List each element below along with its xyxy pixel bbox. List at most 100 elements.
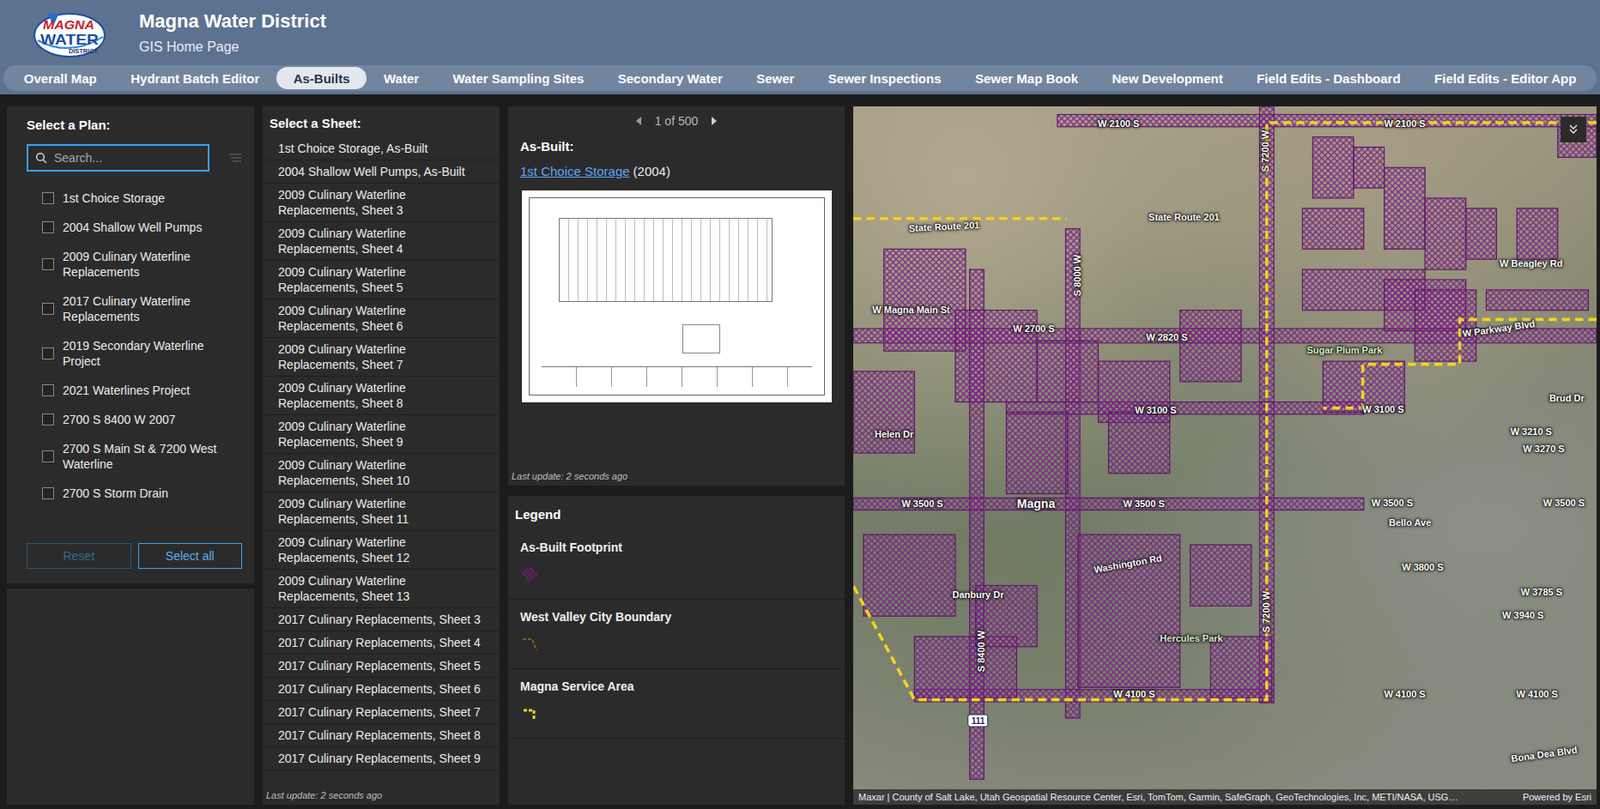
sheet-title: Select a Sheet:: [262, 106, 500, 138]
plan-item[interactable]: 2700 S Main St & 7200 West Waterline: [26, 434, 243, 479]
sheet-item[interactable]: 2009 Culinary Waterline Replacements, Sh…: [262, 376, 500, 416]
page-tab[interactable]: Sewer Map Book: [957, 66, 1095, 90]
sheet-item[interactable]: 2009 Culinary Waterline Replacements, Sh…: [262, 222, 500, 261]
as-built-thumbnail[interactable]: [521, 190, 832, 403]
sheet-item[interactable]: 2017 Culinary Replacements, Sheet 8: [262, 724, 500, 748]
collapse-button[interactable]: [1560, 116, 1587, 143]
as-built-details: 1 of 500As-Built: 1st Choice Storage(2004…: [508, 106, 845, 486]
page-tab[interactable]: Sewer: [739, 66, 812, 90]
legend: LegendAs-Built FootprintWest Valley City…: [508, 496, 845, 806]
plan-checkbox[interactable]: [42, 487, 55, 500]
page-tab[interactable]: New Development: [1095, 66, 1241, 90]
plan-item[interactable]: 2009 Culinary Waterline Replacements: [26, 242, 243, 287]
map-label: W 3100 S: [1362, 404, 1404, 415]
page-tab[interactable]: Overall Map: [6, 66, 114, 90]
page-tab[interactable]: Field Edits - Editor App: [1417, 66, 1594, 90]
previous-icon[interactable]: [634, 115, 643, 127]
plan-item[interactable]: 2004 Shallow Well Pumps: [26, 212, 243, 243]
map-label: W 4100 S: [1383, 689, 1425, 700]
plan-title: Select a Plan:: [26, 116, 243, 134]
sheet-item[interactable]: 2017 Culinary Replacements, Sheet 3: [262, 608, 500, 632]
plan-item[interactable]: 1st Choice Storage: [26, 183, 243, 213]
plan-item[interactable]: 2700 S 8400 W 2007: [26, 405, 243, 435]
page-tab[interactable]: Field Edits - Dashboard: [1239, 66, 1418, 90]
list-options-icon[interactable]: [228, 151, 243, 164]
sheet-item[interactable]: 1st Choice Storage, As-Built: [262, 137, 500, 161]
sheet-item[interactable]: 2009 Culinary Waterline Replacements, Sh…: [262, 531, 500, 570]
sheet-item[interactable]: 2009 Culinary Waterline Replacements, Sh…: [262, 454, 500, 493]
sheet-item[interactable]: 2009 Culinary Waterline Replacements, Sh…: [262, 299, 500, 339]
sheet-item[interactable]: 2017 Culinary Replacements, Sheet 6: [262, 678, 500, 702]
sheet-item[interactable]: 2009 Culinary Waterline Replacements, Sh…: [262, 260, 500, 300]
sheet-item[interactable]: 2009 Culinary Waterline Replacements, Sh…: [262, 183, 500, 223]
empty-widget: [6, 588, 255, 806]
map-label: W 3800 S: [1401, 562, 1443, 573]
pager: 1 of 500: [508, 111, 845, 131]
plan-checkbox[interactable]: [42, 303, 55, 316]
plan-button[interactable]: Reset: [26, 543, 132, 570]
page-tab[interactable]: Sewer Inspections: [811, 66, 958, 90]
page-tab[interactable]: As-Builts: [276, 66, 367, 90]
details-column: 1 of 500As-Built: 1st Choice Storage(2004…: [508, 106, 845, 806]
as-built-year: (2004): [633, 163, 671, 179]
as-built-link[interactable]: 1st Choice Storage: [520, 163, 631, 179]
plan-checkbox[interactable]: [42, 450, 55, 463]
sheet-item[interactable]: 2009 Culinary Waterline Replacements, Sh…: [262, 569, 500, 609]
magna-water-logo-icon[interactable]: MAGNAWATERDISTRICT: [30, 6, 109, 60]
plan-item[interactable]: 2019 Secondary Waterline Project: [26, 331, 243, 376]
next-icon[interactable]: [709, 115, 719, 127]
map-label: W 4100 S: [1113, 689, 1155, 700]
plan-checkbox[interactable]: [42, 347, 55, 360]
site-subtitle: GIS Home Page: [139, 39, 327, 55]
as-built-footprints: [853, 106, 1597, 806]
plan-item[interactable]: 2021 Waterlines Project: [26, 375, 243, 406]
legend-item: West Valley City Boundary: [508, 600, 845, 670]
map[interactable]: W 2100 SW 2100 SState Route 201State Rou…: [853, 106, 1597, 806]
map-label: W Magna Main St: [872, 304, 950, 316]
page-tab[interactable]: Secondary Water: [600, 66, 740, 90]
map-label: W Beagley Rd: [1499, 258, 1563, 269]
legend-item: As-Built Footprint: [508, 530, 845, 600]
powered-by[interactable]: Powered by Esri: [1522, 792, 1592, 803]
sheet-item[interactable]: 2017 Culinary Replacements, Sheet 5: [262, 654, 500, 679]
map-label: Bello Ave: [1388, 517, 1431, 528]
double-chevron-down-icon: [1567, 123, 1580, 136]
svg-text:WATER: WATER: [40, 31, 99, 49]
map-label: S 8400 W: [975, 630, 987, 673]
search-input[interactable]: [54, 149, 201, 167]
map-label: State Route 201: [908, 219, 980, 234]
map-label: State Route 201: [1148, 212, 1220, 223]
brand: MAGNAWATERDISTRICTMagna Water DistrictGI…: [0, 0, 1600, 66]
plan-search[interactable]: [26, 144, 210, 172]
gis-home-page: MAGNAWATERDISTRICTMagna Water DistrictGI…: [0, 0, 1600, 809]
sheet-item[interactable]: 2017 Culinary Replacements, Sheet 7: [262, 701, 500, 725]
plan-checkbox[interactable]: [42, 192, 55, 205]
sheet-item[interactable]: 2017 Culinary Replacements, Sheet 4: [262, 631, 500, 655]
details-heading: As-Built:: [508, 130, 845, 154]
map-label: W 3940 S: [1502, 610, 1544, 621]
plan-checkbox[interactable]: [42, 258, 55, 271]
map-label: 111: [968, 715, 989, 728]
page-tab[interactable]: Water Sampling Sites: [436, 66, 601, 90]
map-label: W 3100 S: [1134, 405, 1176, 416]
plan-checkbox[interactable]: [42, 413, 55, 426]
plan-filter: Select a Plan: 1st Choice Storage2004 Sha…: [6, 106, 255, 584]
sheet-item[interactable]: 2009 Culinary Waterline Replacements, Sh…: [262, 492, 500, 532]
map-label: W 3500 S: [1543, 497, 1585, 509]
map-label: Bona Dea Blvd: [1510, 745, 1579, 765]
header: MAGNAWATERDISTRICTMagna Water DistrictGI…: [0, 0, 1600, 95]
sheet-item[interactable]: 2004 Shallow Well Pumps, As-Built: [262, 160, 500, 184]
sheet-item[interactable]: 2009 Culinary Waterline Replacements, Sh…: [262, 338, 500, 377]
plan-checkbox[interactable]: [42, 221, 55, 234]
plan-checkbox[interactable]: [42, 384, 55, 397]
plan-button[interactable]: Select all: [138, 543, 243, 570]
map-label: S 8000 W: [1072, 254, 1083, 297]
plan-item[interactable]: 2700 S Storm Drain: [26, 478, 243, 509]
page-tab[interactable]: Water: [366, 66, 437, 90]
page-tab[interactable]: Hydrant Batch Editor: [113, 66, 276, 90]
map-label: W 2100 S: [1097, 118, 1140, 129]
map-label: S 7200 W: [1260, 591, 1272, 633]
plan-item[interactable]: 2017 Culinary Waterline Replacements: [26, 286, 243, 332]
sheet-item[interactable]: 2017 Culinary Replacements, Sheet 9: [262, 747, 500, 771]
sheet-item[interactable]: 2009 Culinary Waterline Replacements, Sh…: [262, 415, 500, 455]
